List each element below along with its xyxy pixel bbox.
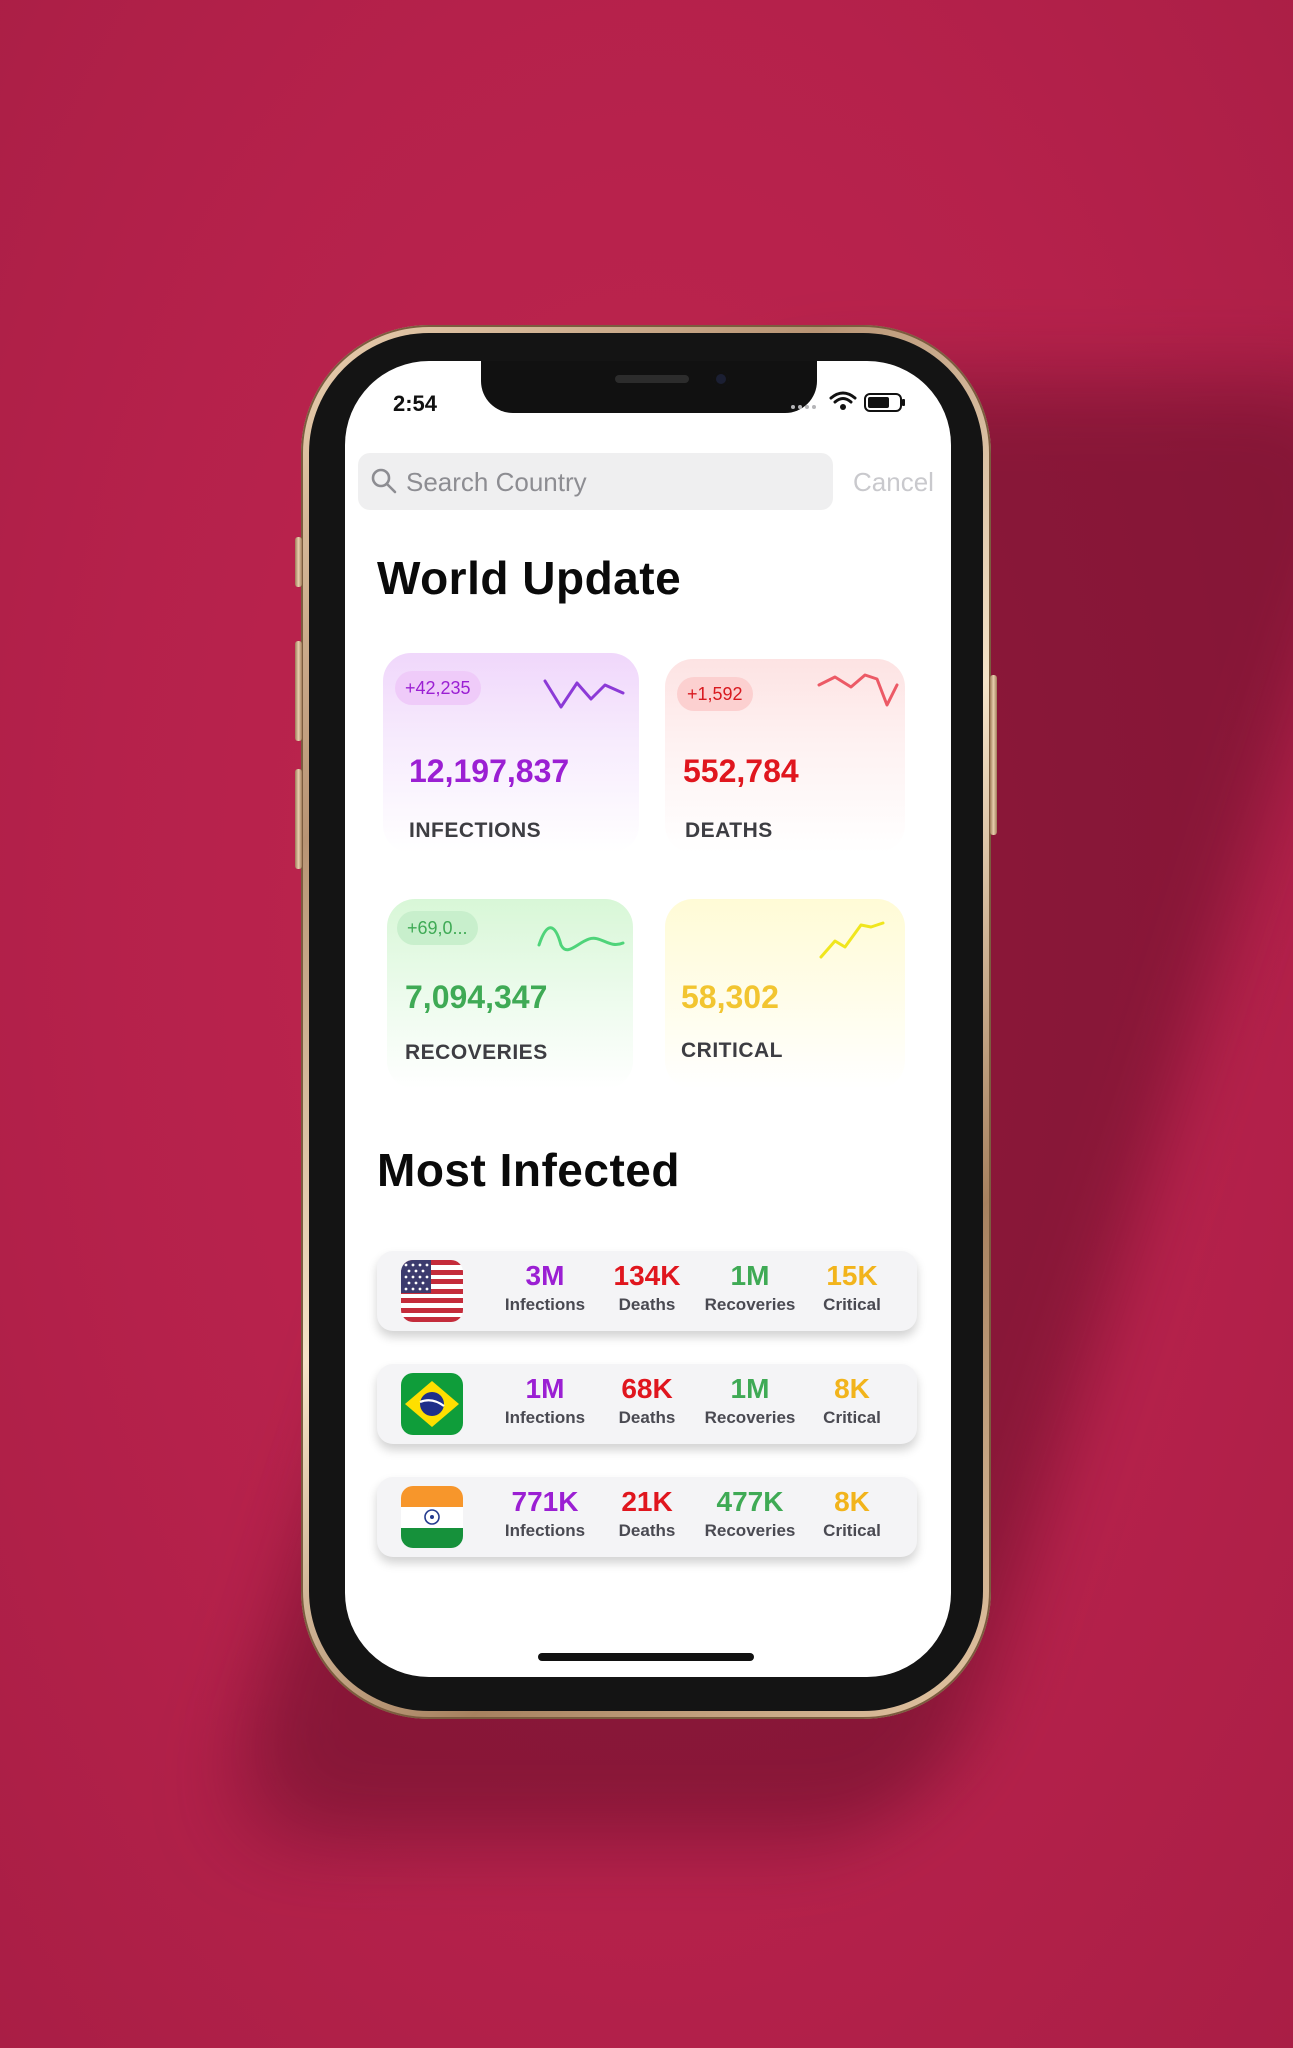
earpiece-speaker xyxy=(615,375,689,383)
country-row-usa[interactable]: 3M Infections 134K Deaths 1M Recoveries … xyxy=(377,1251,917,1331)
india-infections: 771K Infections xyxy=(495,1485,595,1543)
india-deaths-value: 21K xyxy=(621,1486,673,1517)
brazil-recoveries-label: Recoveries xyxy=(704,1408,796,1427)
signal-wifi-battery-icon xyxy=(791,391,905,412)
usa-critical-value: 15K xyxy=(826,1260,878,1291)
critical-label: CRITICAL xyxy=(681,1039,783,1062)
search-placeholder: Search Country xyxy=(406,467,587,497)
infections-card[interactable]: +42,235 12,197,837 INFECTIONS xyxy=(383,653,639,853)
search-icon xyxy=(371,468,397,494)
power-button xyxy=(990,675,997,835)
brazil-infections-value: 1M xyxy=(525,1373,565,1404)
recoveries-card[interactable]: +69,0... 7,094,347 RECOVERIES xyxy=(387,899,633,1089)
cancel-button[interactable]: Cancel xyxy=(853,467,934,498)
silent-switch xyxy=(295,537,302,587)
brazil-critical-value: 8K xyxy=(834,1373,870,1404)
notch xyxy=(481,361,817,413)
usa-deaths-value: 134K xyxy=(613,1260,681,1291)
india-recoveries-value: 477K xyxy=(716,1486,784,1517)
india-deaths: 21K Deaths xyxy=(597,1485,697,1543)
infections-value: 12,197,837 xyxy=(409,753,570,789)
brazil-critical-label: Critical xyxy=(823,1408,881,1427)
usa-infections: 3M Infections xyxy=(495,1259,595,1317)
usa-recoveries-value: 1M xyxy=(730,1260,770,1291)
critical-value: 58,302 xyxy=(681,979,779,1015)
india-infections-value: 771K xyxy=(511,1486,579,1517)
brazil-recoveries-value: 1M xyxy=(730,1373,770,1404)
recoveries-value: 7,094,347 xyxy=(405,979,548,1015)
india-recoveries: 477K Recoveries xyxy=(700,1485,800,1543)
recoveries-sparkline xyxy=(537,926,625,952)
recoveries-delta-badge: +69,0... xyxy=(397,911,478,945)
critical-sparkline xyxy=(819,921,885,959)
status-time: 2:54 xyxy=(393,391,438,416)
deaths-value: 552,784 xyxy=(683,753,799,789)
india-critical-value: 8K xyxy=(834,1486,870,1517)
india-critical-label: Critical xyxy=(823,1521,881,1540)
country-row-india[interactable]: 771K Infections 21K Deaths 477K Recoveri… xyxy=(377,1477,917,1557)
india-infections-label: Infections xyxy=(504,1521,586,1540)
india-deaths-label: Deaths xyxy=(618,1521,676,1540)
deaths-sparkline xyxy=(817,673,899,707)
usa-critical: 15K Critical xyxy=(802,1259,902,1317)
usa-infections-label: Infections xyxy=(504,1295,586,1314)
most-infected-title: Most Infected xyxy=(377,1144,680,1196)
deaths-delta-badge: +1,592 xyxy=(677,677,753,711)
usa-critical-label: Critical xyxy=(823,1295,881,1314)
search-input[interactable]: Search Country xyxy=(358,453,833,510)
deaths-card[interactable]: +1,592 552,784 DEATHS xyxy=(665,659,905,853)
volume-down-button xyxy=(295,769,302,869)
infections-label: INFECTIONS xyxy=(409,819,542,842)
brazil-deaths-value: 68K xyxy=(621,1373,673,1404)
deaths-label: DEATHS xyxy=(685,819,773,842)
brazil-infections: 1M Infections xyxy=(495,1372,595,1430)
usa-recoveries: 1M Recoveries xyxy=(700,1259,800,1317)
app-screen: 2:54 Search Country Cancel World Update … xyxy=(345,361,951,1677)
infections-delta-badge: +42,235 xyxy=(395,671,481,705)
brazil-deaths: 68K Deaths xyxy=(597,1372,697,1430)
usa-flag-icon xyxy=(401,1260,463,1322)
india-recoveries-label: Recoveries xyxy=(704,1521,796,1540)
country-row-brazil[interactable]: 1M Infections 68K Deaths 1M Recoveries 8… xyxy=(377,1364,917,1444)
home-indicator[interactable] xyxy=(538,1653,754,1661)
recoveries-label: RECOVERIES xyxy=(405,1041,548,1064)
brazil-recoveries: 1M Recoveries xyxy=(700,1372,800,1430)
usa-recoveries-label: Recoveries xyxy=(704,1295,796,1314)
status-icons xyxy=(787,389,917,413)
brazil-flag-icon xyxy=(401,1373,463,1435)
critical-card[interactable]: 58,302 CRITICAL xyxy=(665,899,905,1089)
brazil-critical: 8K Critical xyxy=(802,1372,902,1430)
front-camera xyxy=(713,371,729,387)
volume-up-button xyxy=(295,641,302,741)
phone-frame: 2:54 Search Country Cancel World Update … xyxy=(295,325,997,1719)
usa-deaths-label: Deaths xyxy=(618,1295,676,1314)
brazil-infections-label: Infections xyxy=(504,1408,586,1427)
world-update-title: World Update xyxy=(377,552,682,604)
usa-deaths: 134K Deaths xyxy=(597,1259,697,1317)
infections-sparkline xyxy=(543,679,625,709)
india-critical: 8K Critical xyxy=(802,1485,902,1543)
usa-infections-value: 3M xyxy=(525,1260,565,1291)
india-flag-icon xyxy=(401,1486,463,1548)
brazil-deaths-label: Deaths xyxy=(618,1408,676,1427)
